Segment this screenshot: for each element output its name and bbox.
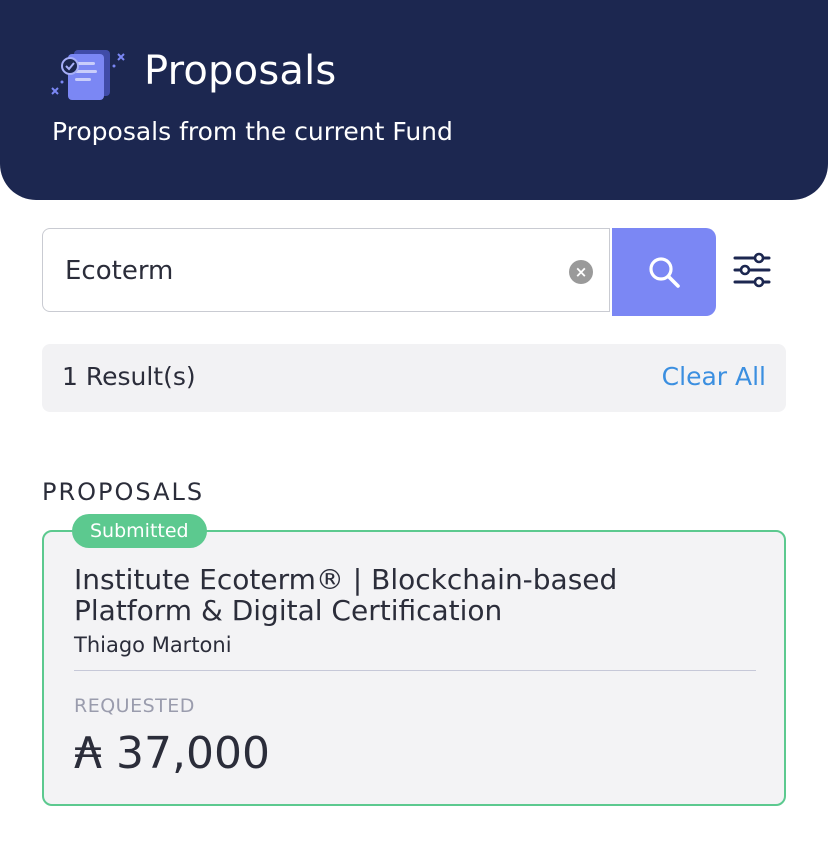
search-icon — [649, 257, 680, 288]
proposal-title: Institute Ecoterm® | Blockchain-based Pl… — [74, 563, 618, 627]
results-bar: 1 Result(s) Clear All — [42, 344, 786, 412]
filter-sliders-icon[interactable] — [732, 250, 772, 290]
results-count: 1 Result(s) — [62, 362, 196, 391]
status-badge: Submitted — [72, 514, 207, 548]
search-box: × — [42, 228, 610, 312]
x-icon[interactable]: × — [569, 260, 593, 284]
page-header: Proposals Proposals from the current Fun… — [0, 0, 828, 200]
proposal-author: Thiago Martoni — [74, 633, 232, 657]
section-heading: PROPOSALS — [42, 478, 205, 506]
card-divider — [74, 670, 756, 671]
requested-amount: ₳ 37,000 — [74, 728, 270, 779]
search-button[interactable] — [612, 228, 716, 316]
clear-all-link[interactable]: Clear All — [662, 362, 766, 391]
proposal-card[interactable]: Institute Ecoterm® | Blockchain-based Pl… — [42, 530, 786, 806]
requested-label: REQUESTED — [74, 695, 195, 717]
page-subtitle: Proposals from the current Fund — [52, 117, 453, 146]
page-title: Proposals — [144, 48, 337, 94]
proposals-document-icon — [51, 50, 125, 100]
search-input[interactable] — [63, 249, 557, 293]
